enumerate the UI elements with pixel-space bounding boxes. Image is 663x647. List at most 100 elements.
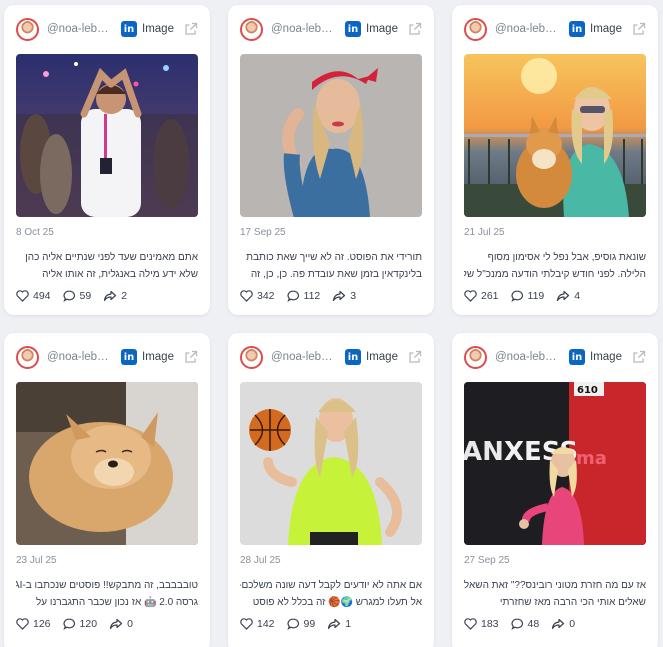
post-stats: 126 120 0 <box>16 618 145 630</box>
author-handle[interactable]: @noa-lebo... <box>495 23 559 35</box>
post-stats: 261 119 4 <box>464 290 592 302</box>
share-icon <box>333 290 346 302</box>
avatar <box>464 345 487 369</box>
post-card[interactable]: @noa-lebo... in Image 23 Jul 25 טובבבבב,… <box>4 333 210 647</box>
post-card[interactable]: @noa-lebo... in Image 17 Sep 25 תורידי א… <box>228 5 434 315</box>
comments-stat: 119 <box>510 290 544 302</box>
external-link-icon[interactable] <box>184 22 198 36</box>
pink-text: ma <box>576 448 607 469</box>
linkedin-icon: in <box>569 21 585 37</box>
external-link-icon[interactable] <box>632 350 646 364</box>
door-number: 610 <box>577 385 598 396</box>
author-handle[interactable]: @noa-lebo... <box>47 23 111 35</box>
caption-line-1: אז עם מה חזרת מטוני רובינס??" זאת השאלה' <box>464 580 646 591</box>
linkedin-icon: in <box>345 349 361 365</box>
heart-icon <box>240 290 253 302</box>
external-link-icon[interactable] <box>408 350 422 364</box>
post-stats: 342 112 3 <box>240 290 368 302</box>
avatar <box>16 17 39 41</box>
shares-stat: 2 <box>103 290 127 302</box>
post-caption: אתם מאמינים שעד לפני שנתיים אליה כהן שלא… <box>16 249 198 283</box>
caption-line-2: שלא ידע מילה באנגלית, זה אותו אליה <box>42 269 198 280</box>
post-card[interactable]: @noa-lebo... in Image 610 AN XESS ma 27 … <box>452 333 658 647</box>
share-icon <box>109 618 123 630</box>
likes-stat: 142 <box>240 618 275 630</box>
post-image[interactable] <box>464 54 646 217</box>
shares-stat: 3 <box>332 290 356 302</box>
post-card[interactable]: @noa-lebo... in Image <box>452 5 658 315</box>
post-image[interactable] <box>16 54 198 217</box>
comments-stat: 120 <box>62 618 97 630</box>
comments-stat: 112 <box>286 290 320 302</box>
caption-line-2: הלילה. לפני חודש קיבלתי הודעה ממנכ"ל של <box>464 269 646 280</box>
comments-stat: 99 <box>286 618 315 630</box>
post-type-label: Image <box>590 23 622 35</box>
caption-line-1: תורידי את הפוסט. זה לא שייך שאת כותבת <box>246 252 422 263</box>
post-stats: 142 99 1 <box>240 618 363 630</box>
comment-icon <box>62 618 75 630</box>
external-link-icon[interactable] <box>408 22 422 36</box>
post-caption: טובבבבב, זה מתבקש!! פוסטים שנכתבו ב-AI ג… <box>16 577 198 611</box>
avatar <box>240 345 263 369</box>
comments-stat: 59 <box>62 290 91 302</box>
share-icon <box>552 618 565 630</box>
share-icon <box>557 290 570 302</box>
post-type-label: Image <box>590 351 622 363</box>
post-card[interactable]: @noa-lebo... in Image <box>4 5 210 315</box>
comments-stat: 48 <box>510 618 539 630</box>
caption-line-2: שאלים אותי הכי הרבה מאז שחזרתי <box>499 597 646 608</box>
share-icon <box>328 618 341 630</box>
linkedin-icon: in <box>121 21 137 37</box>
comment-icon <box>510 618 523 630</box>
heart-icon <box>16 290 29 302</box>
author-handle[interactable]: @noa-lebo... <box>271 351 335 363</box>
post-caption: שונאת גוסיפ, אבל נפל לי אסימון מסוף הליל… <box>464 249 646 283</box>
shares-stat: 4 <box>556 290 580 302</box>
card-header: @noa-lebo... in Image <box>464 17 646 41</box>
comment-icon <box>286 618 299 630</box>
caption-line-2: בלינקדאין בזמן שאת עובדת פה. כן, כן, זה <box>250 269 422 280</box>
post-image[interactable]: 610 AN XESS ma <box>464 382 646 545</box>
heart-icon <box>240 618 253 630</box>
heart-icon <box>464 618 477 630</box>
brand-prefix: AN <box>464 437 504 467</box>
post-date: 27 Sep 25 <box>464 555 510 566</box>
caption-line-1: אם אתה לא יודעים לקבל דעה שונה משלכם- <box>240 580 422 591</box>
avatar <box>464 17 487 41</box>
shares-stat: 0 <box>109 618 133 630</box>
post-stats: 183 48 0 <box>464 618 587 630</box>
linkedin-icon: in <box>345 21 361 37</box>
post-card[interactable]: @noa-lebo... in Image 28 Jul 25 אם אתה ל… <box>228 333 434 647</box>
card-header: @noa-lebo... in Image <box>240 345 422 369</box>
caption-line-1: אתם מאמינים שעד לפני שנתיים אליה כהן <box>25 252 198 263</box>
post-date: 17 Sep 25 <box>240 227 286 238</box>
post-image[interactable] <box>240 382 422 545</box>
post-image[interactable] <box>16 382 198 545</box>
post-caption: אז עם מה חזרת מטוני רובינס??" זאת השאלה'… <box>464 577 646 611</box>
likes-stat: 494 <box>16 290 51 302</box>
author-handle[interactable]: @noa-lebo... <box>47 351 111 363</box>
post-type-label: Image <box>142 351 174 363</box>
post-type-label: Image <box>366 351 398 363</box>
caption-line-1: שונאת גוסיפ, אבל נפל לי אסימון מסוף <box>487 252 646 263</box>
external-link-icon[interactable] <box>184 350 198 364</box>
comment-icon <box>510 290 523 302</box>
heart-icon <box>16 618 29 630</box>
card-header: @noa-lebo... in Image <box>464 345 646 369</box>
post-caption: אם אתה לא יודעים לקבל דעה שונה משלכם- אל… <box>240 577 422 611</box>
caption-line-1: טובבבבב, זה מתבקש!! פוסטים שנכתבו ב-AI <box>16 580 198 591</box>
external-link-icon[interactable] <box>632 22 646 36</box>
comment-icon <box>62 290 75 302</box>
post-type-label: Image <box>366 23 398 35</box>
avatar <box>16 345 39 369</box>
author-handle[interactable]: @noa-lebo... <box>495 351 559 363</box>
card-header: @noa-lebo... in Image <box>16 17 198 41</box>
post-date: 8 Oct 25 <box>16 227 54 238</box>
share-icon <box>104 290 117 302</box>
post-image[interactable] <box>240 54 422 217</box>
likes-stat: 342 <box>240 290 275 302</box>
post-caption: תורידי את הפוסט. זה לא שייך שאת כותבת בל… <box>240 249 422 283</box>
likes-stat: 183 <box>464 618 499 630</box>
post-date: 23 Jul 25 <box>16 555 57 566</box>
author-handle[interactable]: @noa-lebo... <box>271 23 335 35</box>
